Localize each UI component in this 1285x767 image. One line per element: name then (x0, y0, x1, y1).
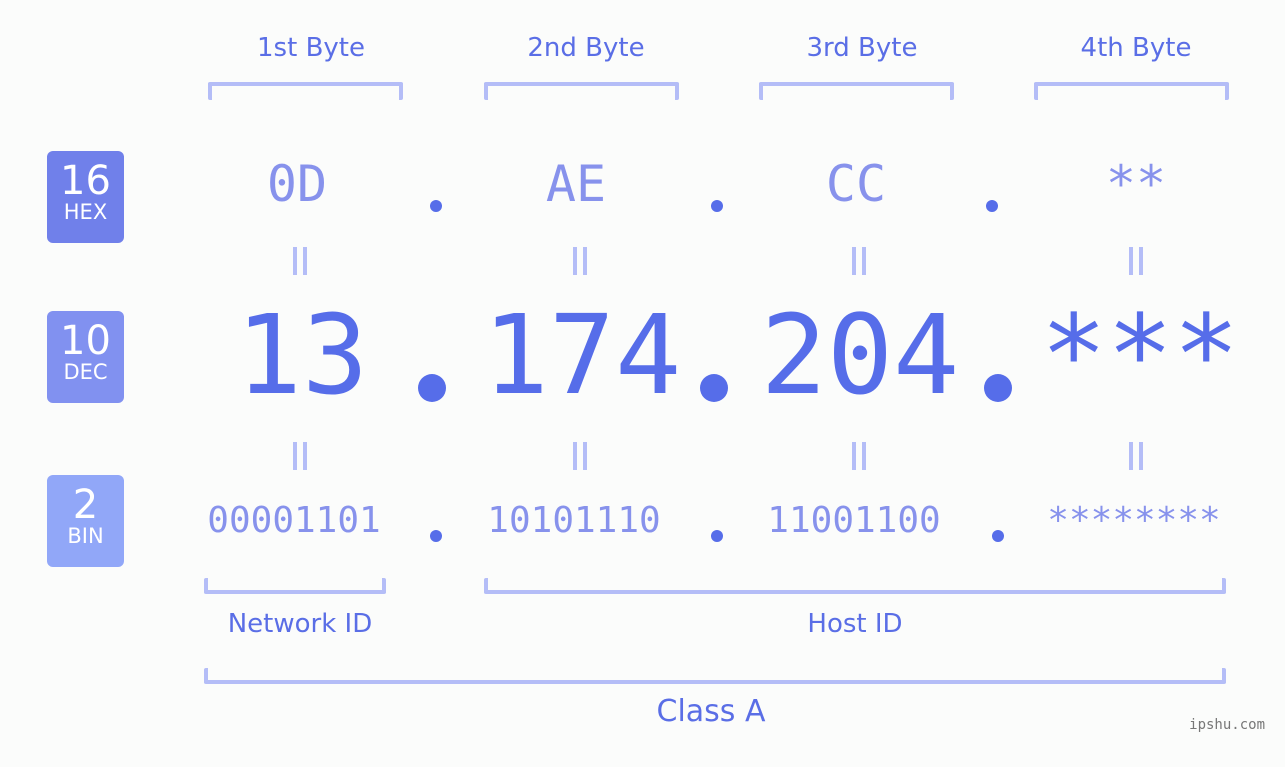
watermark: ipshu.com (1189, 717, 1265, 733)
bin-separator-dot (992, 530, 1004, 542)
bin-badge: 2 BIN (47, 475, 124, 567)
hex-separator-dot (711, 200, 723, 212)
hex-base: 16 (60, 158, 111, 204)
bin-byte-2: 10101110 (487, 500, 661, 541)
dec-byte-3: 204 (760, 291, 960, 419)
host-id-bracket (484, 578, 1226, 594)
bin-label: BIN (67, 524, 104, 548)
dec-badge: 10 DEC (47, 311, 124, 403)
dec-separator-dot (700, 374, 728, 402)
byte-header-2: 2nd Byte (527, 33, 645, 63)
equals-icon (1127, 442, 1145, 470)
hex-badge: 16 HEX (47, 151, 124, 243)
dec-label: DEC (63, 360, 108, 384)
network-id-bracket (204, 578, 386, 594)
hex-byte-3: CC (825, 155, 887, 213)
hex-byte-2: AE (545, 155, 607, 213)
bin-separator-dot (711, 530, 723, 542)
hex-separator-dot (430, 200, 442, 212)
byte-header-4: 4th Byte (1080, 33, 1192, 63)
equals-icon (571, 442, 589, 470)
bin-byte-3: 11001100 (767, 500, 941, 541)
hex-separator-dot (986, 200, 998, 212)
dec-byte-2: 174 (482, 291, 682, 419)
network-id-label: Network ID (227, 609, 373, 639)
equals-icon (1127, 247, 1145, 275)
dec-separator-dot (418, 374, 446, 402)
dec-byte-4: *** (1040, 291, 1240, 419)
byte-header-1: 1st Byte (257, 33, 365, 63)
dec-separator-dot (984, 374, 1012, 402)
bin-base: 2 (72, 482, 99, 528)
equals-icon (571, 247, 589, 275)
hex-label: HEX (63, 200, 108, 224)
hex-byte-1: 0D (266, 155, 328, 213)
equals-icon (291, 442, 309, 470)
equals-icon (850, 247, 868, 275)
bin-byte-1: 00001101 (207, 500, 381, 541)
byte-bracket-2 (484, 82, 679, 100)
class-label: Class A (656, 694, 766, 729)
byte-bracket-3 (759, 82, 954, 100)
byte-bracket-4 (1034, 82, 1229, 100)
class-bracket (204, 668, 1226, 684)
bin-byte-4: ******** (1047, 500, 1221, 541)
dec-byte-1: 13 (235, 291, 369, 419)
equals-icon (291, 247, 309, 275)
equals-icon (850, 442, 868, 470)
bin-separator-dot (430, 530, 442, 542)
host-id-label: Host ID (807, 609, 903, 639)
byte-bracket-1 (208, 82, 403, 100)
byte-header-3: 3rd Byte (806, 33, 918, 63)
hex-byte-4: ** (1105, 155, 1167, 213)
dec-base: 10 (60, 318, 111, 364)
